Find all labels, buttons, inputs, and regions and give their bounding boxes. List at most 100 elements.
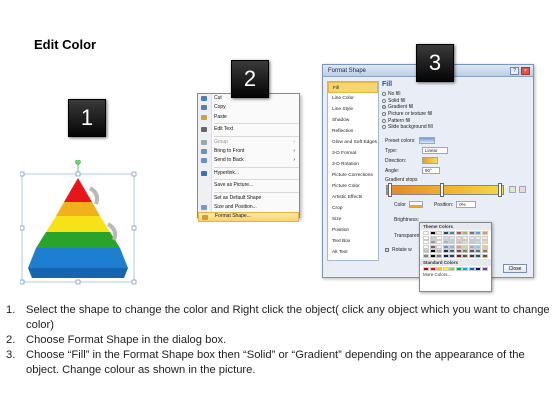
radio-button[interactable] <box>382 92 386 97</box>
color-swatch[interactable] <box>481 249 488 253</box>
color-swatch[interactable] <box>449 235 455 240</box>
color-swatch[interactable] <box>475 253 481 258</box>
menu-item[interactable]: Bring to Front › <box>198 147 299 156</box>
position-input[interactable]: 0% <box>456 201 477 208</box>
fill-option[interactable]: Picture or texture fill <box>382 111 532 118</box>
category-item[interactable]: Line Style <box>328 104 378 115</box>
color-swatch[interactable] <box>468 235 475 240</box>
color-swatch[interactable] <box>442 240 449 244</box>
color-swatch[interactable] <box>455 266 462 271</box>
direction-dropdown[interactable] <box>422 157 438 164</box>
color-swatch[interactable] <box>442 244 449 249</box>
color-swatch[interactable] <box>481 235 488 240</box>
color-swatch[interactable] <box>423 253 429 258</box>
category-item[interactable]: Alt Text <box>328 247 378 258</box>
type-select[interactable]: Linear <box>422 147 448 154</box>
pyramid-shape[interactable] <box>20 160 140 285</box>
color-swatch[interactable] <box>468 244 475 249</box>
category-item[interactable]: Size <box>328 214 378 225</box>
category-item[interactable]: Fill <box>328 82 378 93</box>
menu-item[interactable]: Copy <box>198 103 299 112</box>
color-swatch[interactable] <box>449 240 455 244</box>
category-item[interactable]: Artistic Effects <box>328 192 378 203</box>
add-stop-button[interactable] <box>509 186 516 193</box>
color-swatch[interactable] <box>462 240 468 244</box>
color-picker-button[interactable] <box>408 201 423 208</box>
radio-button[interactable] <box>382 98 386 103</box>
category-item[interactable]: Glow and Soft Edges <box>328 137 378 148</box>
color-swatch[interactable] <box>468 231 475 235</box>
fill-option[interactable]: No fill <box>382 91 532 98</box>
color-swatch[interactable] <box>429 240 436 244</box>
color-swatch[interactable] <box>449 249 455 253</box>
color-swatch[interactable] <box>481 266 488 271</box>
menu-item[interactable]: Group › <box>198 138 299 147</box>
color-swatch[interactable] <box>436 249 442 253</box>
category-item[interactable]: Reflection <box>328 126 378 137</box>
category-item[interactable]: Line Color <box>328 93 378 104</box>
category-item[interactable]: Crop <box>328 203 378 214</box>
color-swatch[interactable] <box>423 266 429 271</box>
category-item[interactable]: Shadow <box>328 115 378 126</box>
color-swatch[interactable] <box>442 235 449 240</box>
color-swatch[interactable] <box>436 244 442 249</box>
color-swatch[interactable] <box>442 266 449 271</box>
color-swatch[interactable] <box>449 253 455 258</box>
help-button[interactable]: ? <box>510 67 519 75</box>
color-swatch[interactable] <box>475 244 481 249</box>
color-swatch[interactable] <box>475 231 481 235</box>
color-swatch[interactable] <box>455 253 462 258</box>
menu-item[interactable]: Paste <box>198 113 299 122</box>
color-swatch[interactable] <box>429 249 436 253</box>
radio-button[interactable] <box>382 125 386 130</box>
menu-item[interactable]: Save as Picture... <box>198 181 299 190</box>
color-swatch[interactable] <box>449 266 455 271</box>
menu-item[interactable]: Hyperlink... <box>198 169 299 178</box>
color-swatch[interactable] <box>423 231 429 235</box>
gradient-stop-handle[interactable] <box>388 183 392 197</box>
color-swatch[interactable] <box>423 235 429 240</box>
color-swatch[interactable] <box>436 231 442 235</box>
category-item[interactable]: 3-D Rotation <box>328 159 378 170</box>
gradient-bar[interactable] <box>386 185 504 195</box>
color-swatch[interactable] <box>468 266 475 271</box>
color-swatch[interactable] <box>455 231 462 235</box>
color-swatch[interactable] <box>475 249 481 253</box>
preset-colors-dropdown[interactable] <box>418 137 435 144</box>
color-swatch[interactable] <box>442 253 449 258</box>
close-x-button[interactable]: × <box>521 67 530 75</box>
color-swatch[interactable] <box>436 240 442 244</box>
fill-option[interactable]: Solid fill <box>382 98 532 105</box>
color-swatch[interactable] <box>462 235 468 240</box>
radio-button[interactable] <box>382 118 386 123</box>
fill-option[interactable]: Gradient fill <box>382 104 532 111</box>
more-colors-link[interactable]: More Colors... <box>420 272 491 278</box>
gradient-stop-handle[interactable] <box>498 183 502 197</box>
remove-stop-button[interactable] <box>519 186 526 193</box>
rotate-checkbox[interactable] <box>385 248 389 253</box>
color-swatch[interactable] <box>429 244 436 249</box>
color-swatch[interactable] <box>462 253 468 258</box>
menu-item[interactable]: Set as Default Shape <box>198 194 299 203</box>
color-swatch[interactable] <box>481 231 488 235</box>
menu-item[interactable]: Send to Back › <box>198 156 299 165</box>
color-swatch[interactable] <box>436 266 442 271</box>
category-item[interactable]: Picture Color <box>328 181 378 192</box>
color-swatch[interactable] <box>475 266 481 271</box>
category-item[interactable]: Text Box <box>328 236 378 247</box>
angle-input[interactable]: 90° <box>422 167 440 174</box>
color-swatch[interactable] <box>468 253 475 258</box>
color-swatch[interactable] <box>442 231 449 235</box>
color-swatch[interactable] <box>462 249 468 253</box>
color-swatch[interactable] <box>468 249 475 253</box>
menu-item[interactable]: Edit Text <box>198 125 299 134</box>
menu-item[interactable]: Size and Position... <box>198 203 299 212</box>
fill-option[interactable]: Slide background fill <box>382 124 532 131</box>
color-swatch[interactable] <box>423 249 429 253</box>
color-swatch[interactable] <box>455 240 462 244</box>
color-swatch[interactable] <box>436 235 442 240</box>
category-item[interactable]: 3-D Format <box>328 148 378 159</box>
fill-option[interactable]: Pattern fill <box>382 117 532 124</box>
color-swatch[interactable] <box>429 231 436 235</box>
color-swatch[interactable] <box>462 231 468 235</box>
